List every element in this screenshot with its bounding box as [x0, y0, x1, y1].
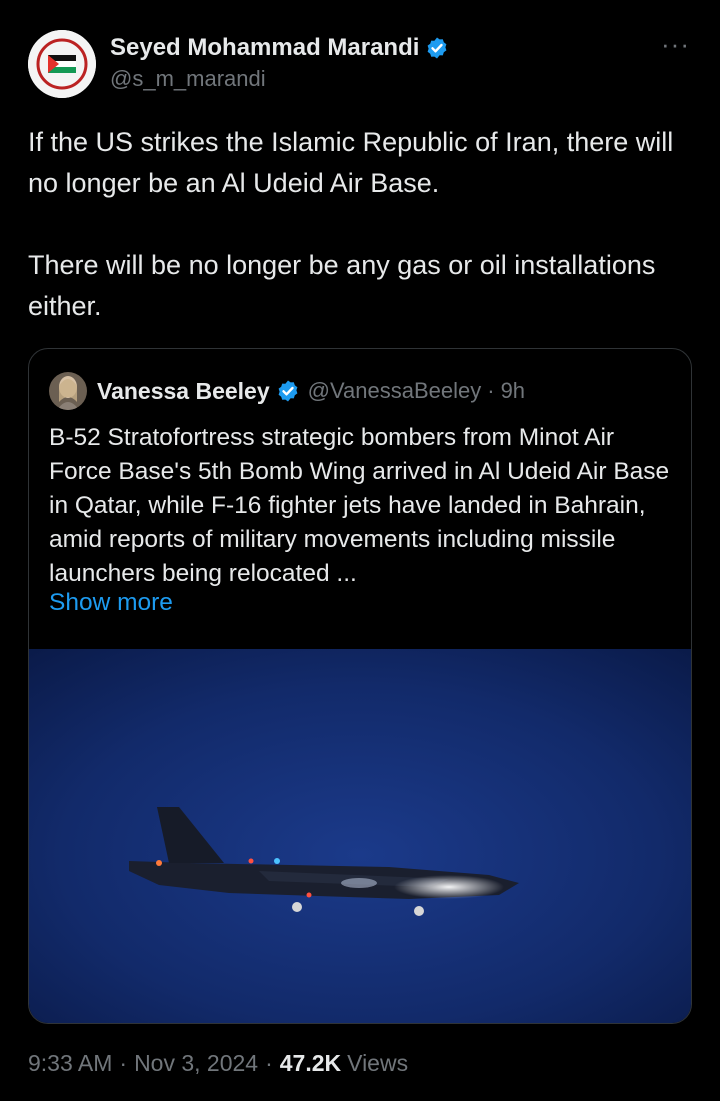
author-avatar[interactable]	[28, 30, 96, 98]
author-names: Seyed Mohammad Marandi @s_m_marandi	[110, 32, 449, 92]
quoted-media-image[interactable]	[29, 649, 691, 1023]
quoted-display-name[interactable]: Vanessa Beeley	[97, 378, 270, 405]
quoted-author-avatar[interactable]	[49, 372, 87, 410]
meta-separator: ·	[265, 1050, 273, 1076]
show-more-link[interactable]: Show more	[49, 589, 173, 617]
views-count: 47.2K	[279, 1050, 342, 1076]
quoted-separator: ·	[487, 378, 495, 403]
tweet-date[interactable]: Nov 3, 2024	[134, 1050, 258, 1077]
b52-night-photo-icon	[29, 649, 691, 1023]
quoted-handle[interactable]: @VanessaBeeley	[308, 378, 482, 404]
tweet-header: Seyed Mohammad Marandi @s_m_marandi ···	[28, 30, 692, 100]
meta-separator: ·	[119, 1050, 128, 1076]
tweet-text: If the US strikes the Islamic Republic o…	[28, 127, 674, 321]
quoted-avatar-icon	[49, 372, 87, 410]
views-label: Views	[347, 1050, 409, 1076]
more-options-icon[interactable]: ···	[661, 31, 690, 57]
author-handle[interactable]: @s_m_marandi	[110, 66, 449, 92]
author-display-name-text: Seyed Mohammad Marandi	[110, 34, 420, 61]
quoted-text: B-52 Stratofortress strategic bombers fr…	[49, 424, 670, 587]
quoted-tweet[interactable]: Vanessa Beeley @VanessaBeeley · 9h B-52 …	[28, 348, 692, 1024]
tweet-time[interactable]: 9:33 AM	[28, 1050, 112, 1077]
quoted-time[interactable]: 9h	[501, 378, 525, 404]
quoted-verified-badge-icon	[278, 380, 298, 402]
verified-badge-icon	[428, 37, 447, 59]
palestine-flag-avatar-icon	[28, 30, 96, 98]
tweet-meta: 9:33 AM · Nov 3, 2024 · 47.2K Views	[28, 1050, 408, 1077]
quoted-tweet-header: Vanessa Beeley @VanessaBeeley · 9h	[49, 371, 525, 411]
author-display-name[interactable]: Seyed Mohammad Marandi	[110, 32, 449, 64]
